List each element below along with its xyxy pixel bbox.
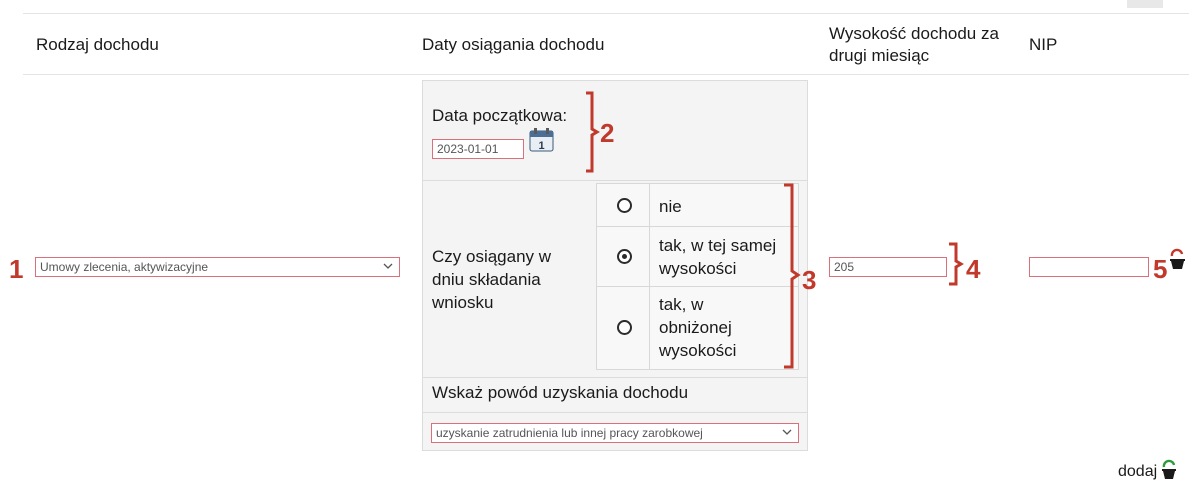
add-row-icon[interactable] xyxy=(1160,458,1178,480)
start-date-input[interactable]: 2023-01-01 xyxy=(432,139,524,159)
reason-select[interactable]: uzyskanie zatrudnienia lub innej pracy z… xyxy=(431,423,799,443)
add-row-label: dodaj xyxy=(1118,463,1158,480)
radio-label: nie xyxy=(659,197,682,216)
radio-option-same-amount[interactable]: tak, w tej samej wysokości xyxy=(597,227,798,287)
annotation-2: 2 xyxy=(600,118,615,148)
header-income-amount: Wysokość dochodu za drugi miesiąc xyxy=(829,24,999,65)
add-row-link[interactable]: dodaj xyxy=(1118,463,1157,481)
top-divider xyxy=(23,13,1189,14)
top-decor xyxy=(1127,0,1163,8)
annotation-bracket-4 xyxy=(949,242,964,286)
annotation-bracket-3 xyxy=(784,183,801,369)
reason-label-divider xyxy=(423,412,807,413)
annotation-4: 4 xyxy=(966,254,981,284)
income-type-select[interactable]: Umowy zlecenia, aktywizacyjne xyxy=(35,257,400,277)
svg-text:1: 1 xyxy=(538,140,544,152)
delete-row-icon[interactable] xyxy=(1168,248,1187,270)
dates-divider xyxy=(423,180,807,181)
header-nip: NIP xyxy=(1029,35,1058,54)
header-income-dates: Daty osiągania dochodu xyxy=(422,35,605,54)
annotation-1: 1 xyxy=(9,254,24,284)
achieved-question: Czy osiągany w dniu składania wniosku xyxy=(432,247,552,312)
radio-option-reduced-amount[interactable]: tak, w obniżonej wysokości xyxy=(597,287,798,369)
reason-label: Wskaż powód uzyskania dochodu xyxy=(432,383,689,402)
radio-button[interactable] xyxy=(617,320,632,335)
header-income-type: Rodzaj dochodu xyxy=(36,35,159,54)
chevron-down-icon xyxy=(383,263,393,269)
radio-label: tak, w tej samej wysokości xyxy=(659,236,777,278)
annotation-3: 3 xyxy=(802,265,817,295)
nip-input[interactable] xyxy=(1029,257,1149,277)
radio-option-no[interactable]: nie xyxy=(597,184,798,227)
amount-input[interactable]: 205 xyxy=(829,257,947,277)
header-divider xyxy=(23,74,1189,75)
achieved-radio-group: nie tak, w tej samej wysokości tak, w ob… xyxy=(596,183,799,370)
annotation-5: 5 xyxy=(1153,254,1168,284)
calendar-icon[interactable]: 1 xyxy=(529,127,554,152)
income-type-value: Umowy zlecenia, aktywizacyjne xyxy=(40,260,209,274)
radio-button-checked[interactable] xyxy=(617,249,632,264)
radio-button[interactable] xyxy=(617,198,632,213)
chevron-down-icon xyxy=(782,429,792,435)
radio-label: tak, w obniżonej wysokości xyxy=(659,295,737,360)
reason-value: uzyskanie zatrudnienia lub innej pracy z… xyxy=(436,426,703,440)
reason-divider xyxy=(423,377,807,378)
annotation-bracket-2 xyxy=(586,91,600,173)
start-date-label: Data początkowa: xyxy=(432,106,568,125)
